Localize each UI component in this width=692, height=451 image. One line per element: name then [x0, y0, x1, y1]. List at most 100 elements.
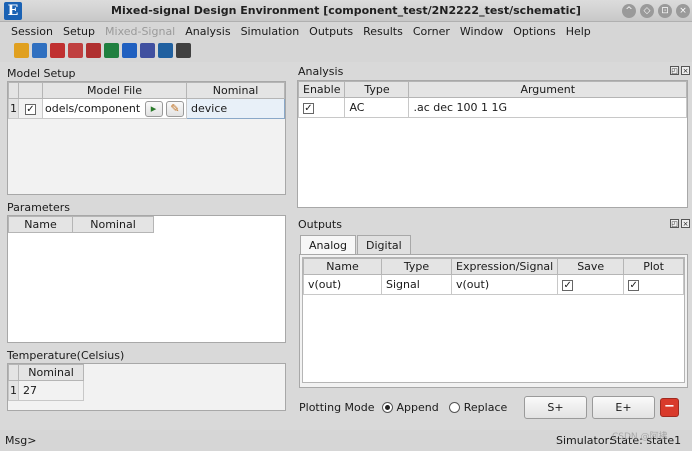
output-name-header: Name — [303, 258, 382, 275]
menu-outputs[interactable]: Outputs — [309, 25, 353, 38]
output-type-header: Type — [381, 258, 452, 275]
analysis-dock-controls: ◰ × — [670, 66, 690, 75]
outputs-dock-controls: ◰ × — [670, 219, 690, 228]
float-icon[interactable]: ◰ — [670, 66, 679, 75]
replace-label[interactable]: Replace — [464, 401, 508, 414]
model-file-cell[interactable]: odels/component.lib ▸ ✎ — [42, 98, 187, 119]
menu-help[interactable]: Help — [566, 25, 591, 38]
row-index: 1 — [8, 98, 19, 119]
table-row: 1 ✓ odels/component.lib ▸ ✎ device — [8, 98, 285, 119]
menu-analysis[interactable]: Analysis — [185, 25, 230, 38]
row-index: 1 — [8, 380, 19, 401]
param-name-header: Name — [8, 216, 73, 233]
window-title: Mixed-signal Design Environment [compone… — [111, 4, 581, 17]
table-row[interactable]: v(out) Signal v(out) ✓ ✓ — [303, 274, 684, 295]
title-bar: E Mixed-signal Design Environment [compo… — [0, 0, 692, 22]
analysis-panel: Enable Type Argument ✓ AC .ac dec 100 1 … — [297, 80, 688, 208]
plotting-mode-group: Plotting Mode Append Replace — [299, 401, 507, 414]
tab-digital[interactable]: Digital — [357, 235, 411, 255]
browse-file-icon[interactable]: ▸ — [144, 100, 163, 117]
analysis-title: Analysis — [298, 65, 344, 78]
menu-corner[interactable]: Corner — [413, 25, 450, 38]
menu-window[interactable]: Window — [460, 25, 503, 38]
output-save-checkbox[interactable]: ✓ — [557, 274, 625, 295]
menu-session[interactable]: Session — [11, 25, 53, 38]
nominal-header: Nominal — [186, 82, 285, 99]
argument-header: Argument — [408, 81, 687, 98]
type-header: Type — [344, 81, 410, 98]
edit-file-icon[interactable]: ✎ — [166, 100, 184, 117]
float-icon[interactable]: ◰ — [670, 219, 679, 228]
output-plot-header: Plot — [623, 258, 684, 275]
outputs-panel: Name Type Expression/Signal Save Plot v(… — [299, 254, 688, 388]
parameters-table: Name Nominal — [8, 216, 154, 233]
model-enable-checkbox[interactable]: ✓ — [18, 98, 43, 119]
results-icon[interactable] — [158, 42, 173, 58]
menu-simulation[interactable]: Simulation — [241, 25, 300, 38]
analysis-type-cell[interactable]: AC — [344, 97, 410, 118]
output-name-cell[interactable]: v(out) — [303, 274, 382, 295]
remove-button[interactable]: − — [660, 398, 679, 417]
waveform-icon[interactable] — [140, 42, 155, 58]
replace-radio[interactable] — [448, 402, 460, 413]
outputs-tabs: Analog Digital — [300, 235, 412, 255]
temperature-panel: Nominal 1 27 — [7, 363, 286, 411]
e-plus-button[interactable]: E+ — [592, 396, 655, 419]
close-icon[interactable]: × — [681, 66, 690, 75]
window-minimize-button[interactable]: ◇ — [640, 4, 654, 18]
model-file-input[interactable]: odels/component.lib — [45, 102, 141, 115]
output-expression-cell[interactable]: v(out) — [450, 274, 559, 295]
open-folder-icon[interactable] — [14, 42, 29, 58]
menu-results[interactable]: Results — [363, 25, 403, 38]
model-icon[interactable] — [68, 42, 83, 58]
toolbar — [0, 40, 692, 60]
append-radio[interactable] — [381, 402, 393, 413]
window-maximize-button[interactable]: ⊡ — [658, 4, 672, 18]
plotting-mode-label: Plotting Mode — [299, 401, 375, 414]
analysis-argument-cell[interactable]: .ac dec 100 1 1G — [408, 97, 687, 118]
run-icon[interactable] — [104, 42, 119, 58]
model-setup-panel: Model File Nominal 1 ✓ odels/component.l… — [7, 81, 286, 195]
watermark: CSDN @阿拂 — [612, 432, 668, 442]
output-type-cell[interactable]: Signal — [381, 274, 452, 295]
model-file-header: Model File — [42, 82, 187, 99]
close-icon[interactable]: × — [681, 219, 690, 228]
table-row[interactable]: ✓ AC .ac dec 100 1 1G — [297, 97, 687, 118]
temperature-value-cell[interactable]: 27 — [18, 380, 84, 401]
output-expression-header: Expression/Signal — [450, 258, 559, 275]
temperature-title: Temperature(Celsius) — [7, 349, 125, 362]
menu-options[interactable]: Options — [513, 25, 555, 38]
param-nominal-header: Nominal — [72, 216, 154, 233]
model-setup-table: Model File Nominal 1 ✓ odels/component.l… — [8, 82, 285, 119]
msg-label: Msg> — [5, 434, 37, 447]
netlist-icon[interactable] — [86, 42, 101, 58]
parameters-title: Parameters — [7, 201, 70, 214]
parameters-panel: Name Nominal — [7, 215, 286, 343]
table-icon[interactable] — [176, 42, 191, 58]
model-setup-title: Model Setup — [7, 67, 76, 80]
analysis-table: Enable Type Argument ✓ AC .ac dec 100 1 … — [297, 81, 687, 118]
append-label[interactable]: Append — [397, 401, 439, 414]
setup-icon[interactable] — [50, 42, 65, 58]
outputs-table: Name Type Expression/Signal Save Plot v(… — [303, 258, 684, 295]
output-plot-checkbox[interactable]: ✓ — [623, 274, 684, 295]
stop-icon[interactable] — [122, 42, 137, 58]
menu-bar: Session Setup Mixed-Signal Analysis Simulati… — [0, 22, 692, 40]
outputs-title: Outputs — [298, 218, 342, 231]
enable-header: Enable — [297, 81, 346, 98]
status-bar: Msg> Simulator: State: state1 CSDN @阿拂 — [0, 430, 692, 451]
database-icon[interactable] — [32, 42, 47, 58]
outputs-table-area: Name Type Expression/Signal Save Plot v(… — [302, 257, 685, 383]
simulator-label: Simulator: — [556, 434, 613, 447]
menu-setup[interactable]: Setup — [63, 25, 95, 38]
window-shade-button[interactable]: ^ — [622, 4, 636, 18]
analysis-enable-checkbox[interactable]: ✓ — [297, 97, 346, 118]
temp-nominal-header: Nominal — [18, 364, 84, 381]
s-plus-button[interactable]: S+ — [524, 396, 587, 419]
menu-mixed-signal: Mixed-Signal — [105, 24, 176, 38]
tab-analog[interactable]: Analog — [300, 235, 357, 255]
output-save-header: Save — [557, 258, 625, 275]
window-close-button[interactable]: × — [676, 4, 690, 18]
model-nominal-cell[interactable]: device — [186, 98, 285, 119]
temperature-table: Nominal 1 27 — [8, 364, 84, 401]
